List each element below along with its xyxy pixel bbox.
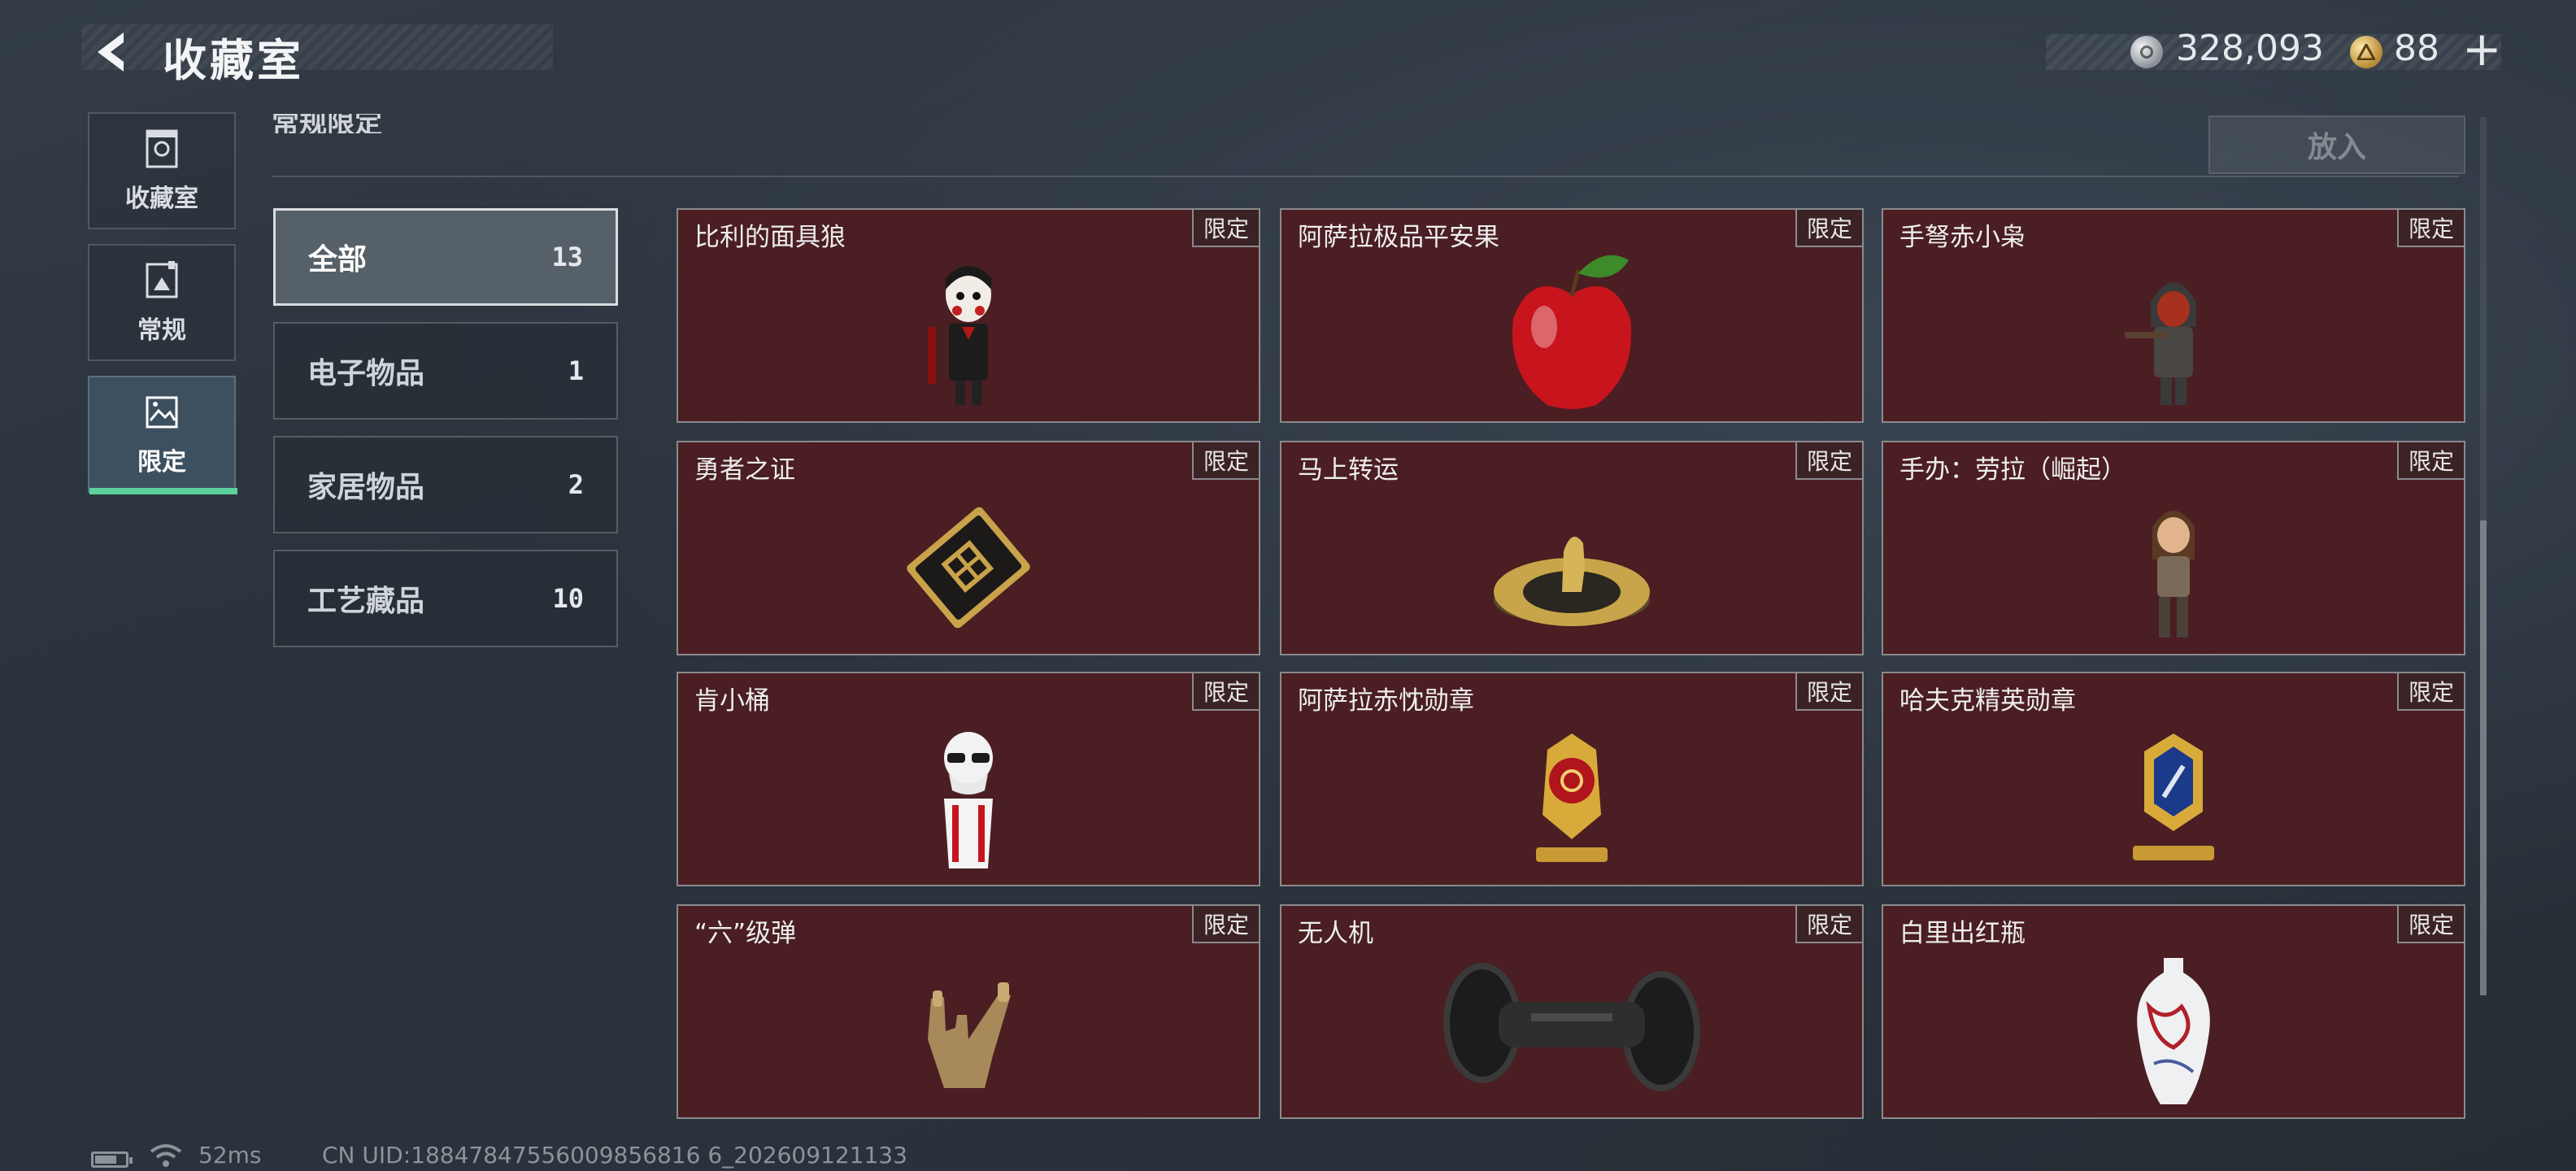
lara-figure-icon: [2152, 511, 2195, 638]
drone-roller-icon: [1443, 963, 1700, 1091]
nav-label-regular: 常规: [137, 316, 186, 345]
item-card[interactable]: “六”级弹 限定: [677, 904, 1260, 1119]
back-arrow-icon[interactable]: [88, 28, 137, 76]
gold-coin-icon: [2350, 36, 2382, 68]
category-label: 全部: [308, 243, 368, 276]
colonel-bust-icon: [944, 732, 993, 868]
category-label: 家居物品: [307, 471, 425, 504]
page-title: 收藏室: [163, 35, 304, 86]
item-card[interactable]: 比利的面具狼 限定: [677, 208, 1260, 423]
limited-badge: 限定: [2397, 906, 2464, 943]
category-all[interactable]: 全部 13: [273, 208, 618, 306]
silver-currency-amount: 328,093: [2176, 28, 2324, 69]
item-card[interactable]: 哈夫克精英勋章 限定: [1882, 672, 2465, 886]
category-crafts[interactable]: 工艺藏品 10: [273, 550, 618, 647]
category-label: 工艺藏品: [307, 585, 425, 618]
category-count: 13: [551, 242, 583, 272]
limited-picture-icon: [146, 396, 178, 429]
put-in-button[interactable]: 放入: [2208, 115, 2465, 174]
item-card[interactable]: 阿萨拉赤忱勋章 限定: [1280, 672, 1864, 886]
section-divider: [272, 176, 2459, 177]
item-name: 肯小桶: [694, 686, 770, 716]
item-name: 勇者之证: [694, 455, 795, 485]
limited-badge: 限定: [1192, 442, 1259, 480]
item-card[interactable]: 肯小桶 限定: [677, 672, 1260, 886]
hooded-figure-icon: [2125, 282, 2196, 405]
limited-badge: 限定: [2397, 442, 2464, 480]
puppet-figure-icon: [928, 266, 991, 405]
item-card[interactable]: 白里出红瓶 限定: [1882, 904, 2465, 1119]
ping-readout: 52ms: [198, 1142, 262, 1169]
limited-badge: 限定: [2397, 673, 2464, 711]
add-currency-button[interactable]: +: [2462, 21, 2502, 76]
item-name: 白里出红瓶: [1899, 919, 2026, 948]
limited-badge: 限定: [1795, 210, 1862, 247]
item-name: 阿萨拉极品平安果: [1298, 223, 1499, 252]
battery-icon: [91, 1151, 133, 1168]
item-name: 比利的面具狼: [694, 223, 846, 252]
uid-readout: CN UID:18847847556009856816 6_2026091211…: [322, 1142, 907, 1169]
item-card[interactable]: 马上转运 限定: [1280, 441, 1864, 655]
limited-badge: 限定: [1795, 906, 1862, 943]
item-name: 哈夫克精英勋章: [1899, 686, 2076, 716]
gold-card-icon: [907, 507, 1030, 629]
item-card[interactable]: 无人机 限定: [1280, 904, 1864, 1119]
item-card[interactable]: 勇者之证 限定: [677, 441, 1260, 655]
nav-label-vault: 收藏室: [125, 185, 198, 213]
photo-frame-icon: [146, 261, 178, 298]
nav-item-limited[interactable]: 限定: [88, 376, 237, 494]
gold-currency-amount: 88: [2394, 28, 2439, 69]
item-name: 手弩赤小枭: [1899, 223, 2026, 252]
category-label: 电子物品: [307, 357, 425, 390]
limited-badge: 限定: [1192, 906, 1259, 943]
title-bar-backdrop: [81, 24, 553, 70]
porcelain-vase-icon: [2137, 958, 2210, 1104]
scrollbar-thumb[interactable]: [2480, 520, 2487, 995]
limited-badge: 限定: [1795, 442, 1862, 480]
nav-item-regular[interactable]: 常规: [88, 244, 236, 361]
horse-coin-disc-icon: [1494, 537, 1650, 626]
limited-badge: 限定: [1795, 673, 1862, 711]
item-card[interactable]: 阿萨拉极品平安果 限定: [1280, 208, 1864, 423]
red-medal-icon: [1536, 734, 1608, 862]
item-name: “六”级弹: [694, 919, 797, 948]
bullet-hand-icon: [928, 982, 1011, 1088]
limited-badge: 限定: [2397, 210, 2464, 247]
vault-door-icon: [146, 129, 178, 168]
limited-badge: 限定: [1192, 210, 1259, 247]
limited-badge: 限定: [1192, 673, 1259, 711]
item-name: 阿萨拉赤忱勋章: [1298, 686, 1474, 716]
item-name: 马上转运: [1298, 455, 1399, 485]
nav-item-vault[interactable]: 收藏室: [88, 112, 236, 229]
wifi-icon: [150, 1144, 182, 1167]
red-apple-icon: [1512, 255, 1632, 409]
category-count: 10: [552, 583, 584, 614]
category-count: 1: [568, 355, 584, 386]
item-card[interactable]: 手弩赤小枭 限定: [1882, 208, 2465, 423]
silver-coin-icon: [2130, 36, 2163, 68]
section-heading: 常规限定: [272, 107, 382, 133]
item-card[interactable]: 手办：劳拉（崛起） 限定: [1882, 441, 2465, 655]
nav-label-limited: 限定: [137, 448, 186, 477]
item-name: 无人机: [1298, 919, 1373, 948]
blue-medal-icon: [2133, 734, 2214, 860]
category-electronics[interactable]: 电子物品 1: [273, 322, 618, 420]
category-count: 2: [568, 469, 584, 500]
category-household[interactable]: 家居物品 2: [273, 436, 618, 533]
